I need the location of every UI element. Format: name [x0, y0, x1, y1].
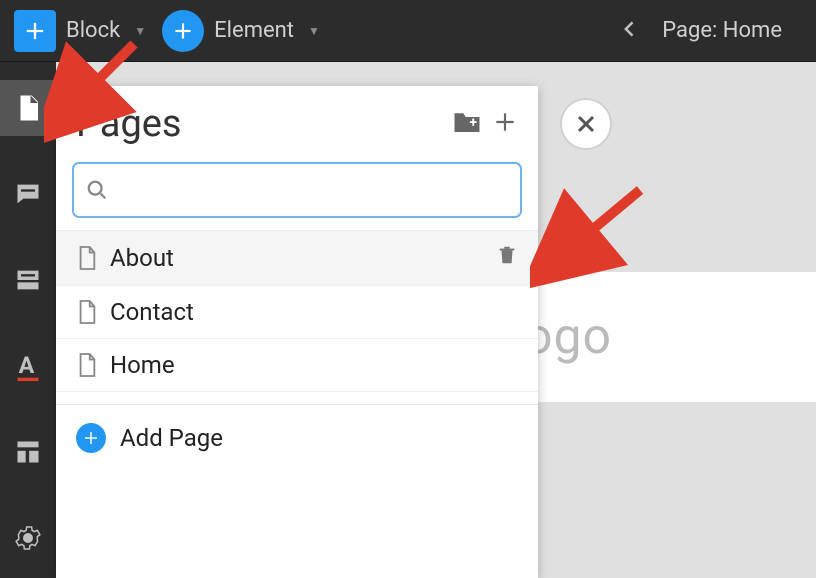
page-name: Contact	[110, 298, 194, 326]
sidebar-item-sections[interactable]	[0, 252, 56, 308]
close-panel-button[interactable]	[560, 98, 612, 150]
section-icon	[14, 266, 42, 294]
page-icon	[76, 352, 98, 378]
page-row-about[interactable]: About	[56, 231, 538, 286]
page-name: Home	[110, 351, 175, 379]
sidebar-item-text[interactable]: A	[0, 338, 56, 394]
top-toolbar: Block ▼ Element ▼ Page: Home	[0, 0, 816, 62]
sidebar-item-pages[interactable]	[0, 80, 56, 136]
add-block-icon	[14, 10, 56, 52]
pages-panel: Pages + About Contact	[56, 86, 538, 578]
page-icon	[13, 93, 43, 123]
gear-icon	[13, 523, 43, 553]
layout-icon	[14, 438, 42, 466]
page-row-home[interactable]: Home	[56, 339, 538, 392]
trash-icon[interactable]	[496, 243, 518, 273]
text-icon: A	[14, 351, 42, 381]
left-sidebar: A	[0, 62, 56, 578]
add-page-label: Add Page	[120, 424, 223, 452]
page-icon	[76, 245, 98, 271]
panel-actions: +	[452, 109, 518, 139]
current-page-label: Page: Home	[662, 18, 782, 43]
chevron-left-icon	[620, 14, 640, 48]
page-nav[interactable]: Page: Home	[620, 14, 802, 48]
sidebar-item-layout[interactable]	[0, 424, 56, 480]
add-page-button[interactable]: Add Page	[56, 404, 538, 471]
block-dropdown[interactable]: Block ▼	[14, 10, 146, 52]
close-icon	[574, 112, 598, 136]
page-list: About Contact Home	[56, 230, 538, 392]
element-label: Element	[214, 18, 294, 43]
svg-text:+: +	[470, 115, 478, 131]
folder-add-icon[interactable]: +	[452, 109, 482, 139]
search-input[interactable]	[116, 177, 508, 203]
panel-header: Pages +	[56, 86, 538, 156]
search-icon	[86, 179, 108, 201]
element-dropdown[interactable]: Element ▼	[162, 10, 320, 52]
plus-icon[interactable]	[492, 109, 518, 139]
page-row-contact[interactable]: Contact	[56, 286, 538, 339]
search-box[interactable]	[72, 162, 522, 218]
add-element-icon	[162, 10, 204, 52]
page-name: About	[110, 244, 174, 272]
search-container	[56, 156, 538, 230]
page-icon	[76, 299, 98, 325]
plus-circle-icon	[76, 423, 106, 453]
comment-icon	[14, 180, 42, 208]
sidebar-item-comments[interactable]	[0, 166, 56, 222]
block-label: Block	[66, 18, 120, 43]
sidebar-item-settings[interactable]	[0, 510, 56, 566]
caret-down-icon: ▼	[308, 24, 320, 38]
caret-down-icon: ▼	[134, 24, 146, 38]
svg-text:A: A	[19, 351, 35, 379]
panel-title: Pages	[76, 102, 182, 146]
